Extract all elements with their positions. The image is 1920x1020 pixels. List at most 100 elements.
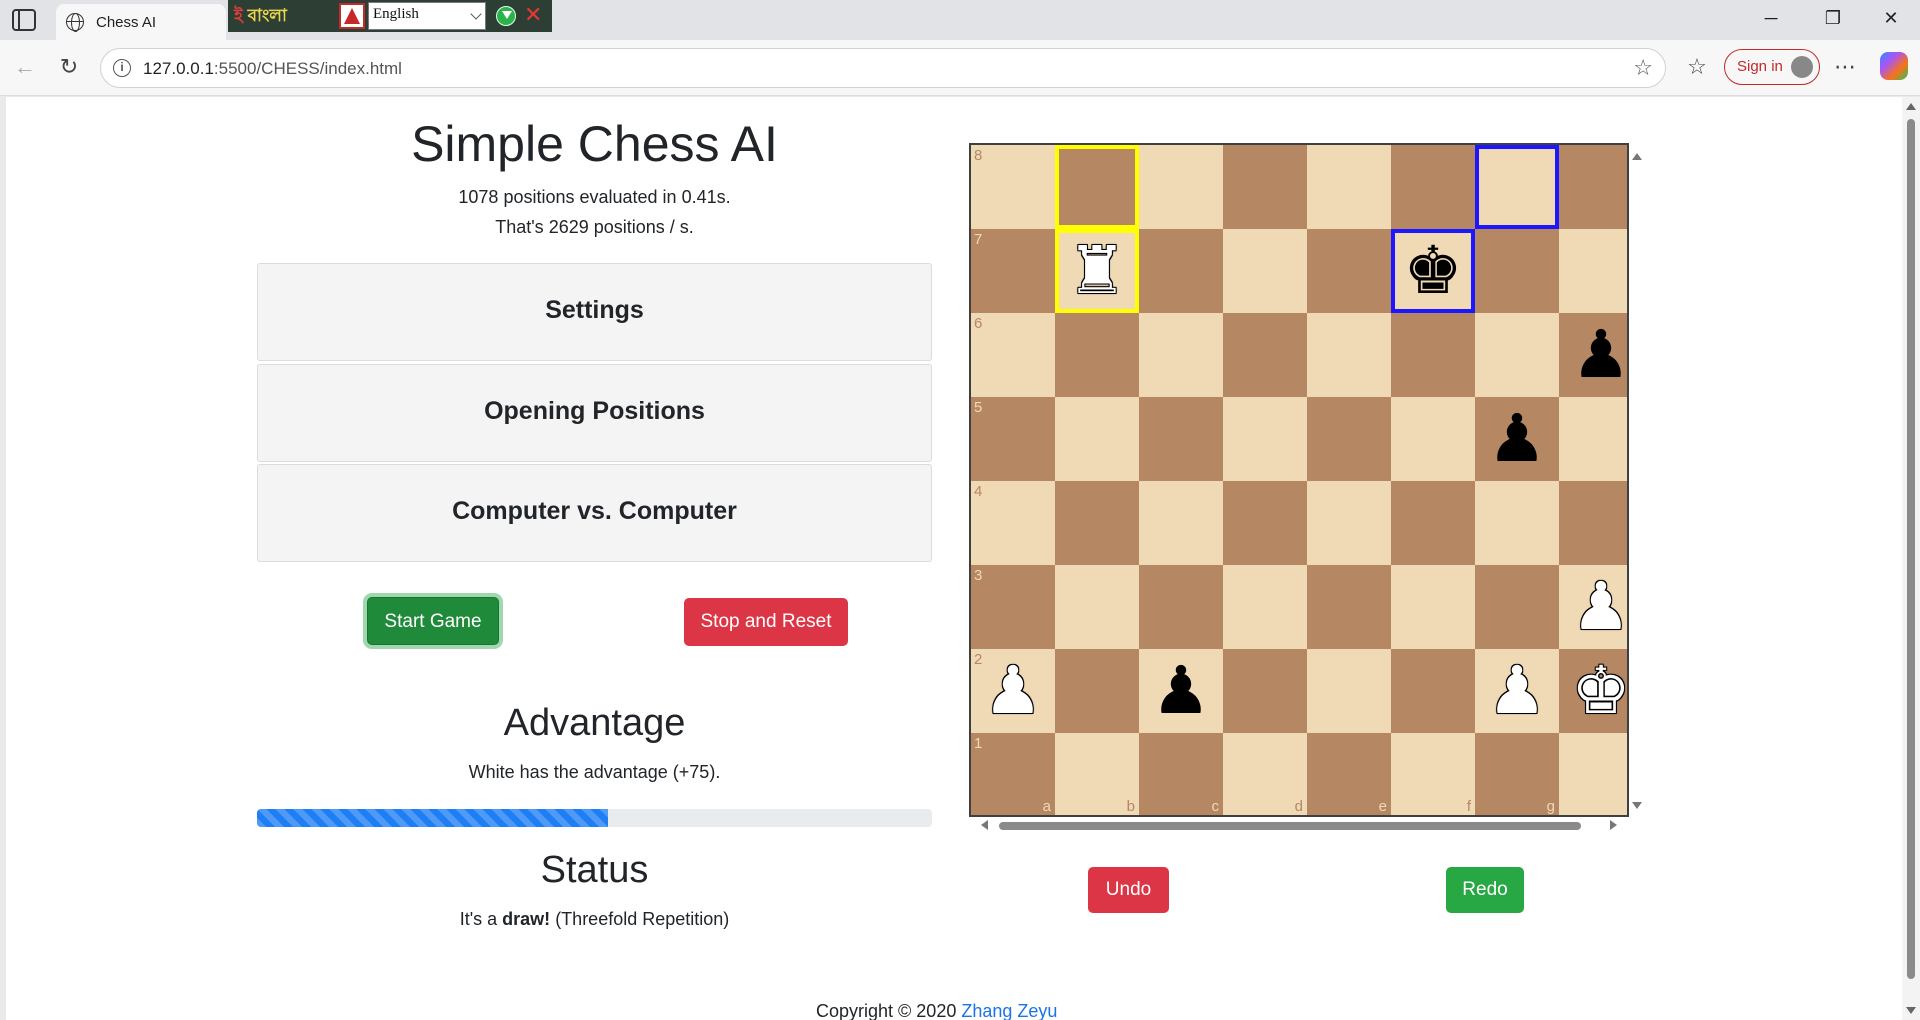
- start-game-button[interactable]: Start Game: [367, 597, 499, 645]
- reload-icon[interactable]: ↻: [54, 54, 84, 80]
- square-e2[interactable]: [1307, 649, 1391, 733]
- square-d4[interactable]: [1223, 481, 1307, 565]
- square-d7[interactable]: [1223, 229, 1307, 313]
- square-c1[interactable]: c: [1139, 733, 1223, 815]
- close-window-icon[interactable]: ✕: [1876, 8, 1906, 29]
- restore-icon[interactable]: ❐: [1818, 8, 1848, 29]
- square-h6[interactable]: ♟: [1559, 313, 1627, 397]
- square-f6[interactable]: [1391, 313, 1475, 397]
- square-c3[interactable]: [1139, 565, 1223, 649]
- square-b1[interactable]: b: [1055, 733, 1139, 815]
- square-b5[interactable]: [1055, 397, 1139, 481]
- square-d8[interactable]: [1223, 145, 1307, 229]
- square-b3[interactable]: [1055, 565, 1139, 649]
- scroll-thumb[interactable]: [999, 822, 1581, 830]
- favorite-star-icon[interactable]: ☆: [1633, 55, 1653, 81]
- square-c2[interactable]: ♟: [1139, 649, 1223, 733]
- square-c6[interactable]: [1139, 313, 1223, 397]
- square-e8[interactable]: [1307, 145, 1391, 229]
- undo-button[interactable]: Undo: [1088, 867, 1169, 913]
- square-f4[interactable]: [1391, 481, 1475, 565]
- opening-positions-accordion[interactable]: Opening Positions: [257, 364, 932, 462]
- square-h8[interactable]: [1559, 145, 1627, 229]
- square-d6[interactable]: [1223, 313, 1307, 397]
- square-g2[interactable]: ♟: [1475, 649, 1559, 733]
- white-rook-piece[interactable]: ♜: [1055, 229, 1139, 313]
- black-king-piece[interactable]: ♚: [1391, 229, 1475, 313]
- extension-logo-icon[interactable]: [339, 3, 365, 29]
- square-g4[interactable]: [1475, 481, 1559, 565]
- scroll-up-icon[interactable]: [1906, 103, 1916, 110]
- info-icon[interactable]: i: [113, 59, 131, 77]
- white-king-piece[interactable]: ♚: [1559, 649, 1627, 733]
- square-d5[interactable]: [1223, 397, 1307, 481]
- square-c4[interactable]: [1139, 481, 1223, 565]
- language-select[interactable]: English: [368, 2, 486, 30]
- black-pawn-piece[interactable]: ♟: [1475, 397, 1559, 481]
- scroll-right-icon[interactable]: [1610, 820, 1617, 830]
- scroll-up-icon[interactable]: [1632, 153, 1642, 160]
- scroll-down-icon[interactable]: [1906, 1007, 1916, 1014]
- author-link[interactable]: Zhang Zeyu: [961, 1001, 1057, 1020]
- chessboard[interactable]: 87♜♚6♟5♟43♟2♟♟♟♚1abcdefgh: [969, 143, 1629, 817]
- white-pawn-piece[interactable]: ♟: [1559, 565, 1627, 649]
- black-pawn-piece[interactable]: ♟: [1139, 649, 1223, 733]
- square-a7[interactable]: 7: [971, 229, 1055, 313]
- square-f3[interactable]: [1391, 565, 1475, 649]
- scroll-thumb[interactable]: [1907, 119, 1915, 979]
- square-e3[interactable]: [1307, 565, 1391, 649]
- square-e1[interactable]: e: [1307, 733, 1391, 815]
- square-a6[interactable]: 6: [971, 313, 1055, 397]
- scroll-down-icon[interactable]: [1632, 802, 1642, 809]
- square-g6[interactable]: [1475, 313, 1559, 397]
- square-h4[interactable]: [1559, 481, 1627, 565]
- square-a4[interactable]: 4: [971, 481, 1055, 565]
- favorites-icon[interactable]: ☆: [1682, 54, 1712, 80]
- square-h2[interactable]: ♚: [1559, 649, 1627, 733]
- square-g1[interactable]: g: [1475, 733, 1559, 815]
- square-f2[interactable]: [1391, 649, 1475, 733]
- minimize-icon[interactable]: ─: [1756, 8, 1786, 29]
- page-vertical-scrollbar[interactable]: [1902, 97, 1920, 1020]
- square-h7[interactable]: [1559, 229, 1627, 313]
- computer-vs-computer-accordion[interactable]: Computer vs. Computer: [257, 464, 932, 562]
- sign-in-button[interactable]: Sign in: [1724, 49, 1820, 85]
- url-text[interactable]: 127.0.0.1:5500/CHESS/index.html: [143, 59, 402, 79]
- square-b6[interactable]: [1055, 313, 1139, 397]
- square-d1[interactable]: d: [1223, 733, 1307, 815]
- square-h3[interactable]: ♟: [1559, 565, 1627, 649]
- square-a2[interactable]: 2 ♟: [971, 649, 1055, 733]
- black-pawn-piece[interactable]: ♟: [1559, 313, 1627, 397]
- browser-tab[interactable]: Chess AI: [56, 4, 226, 40]
- board-horizontal-scrollbar[interactable]: [969, 817, 1629, 833]
- square-e5[interactable]: [1307, 397, 1391, 481]
- settings-accordion[interactable]: Settings: [257, 263, 932, 361]
- square-h5[interactable]: [1559, 397, 1627, 481]
- square-f7[interactable]: ♚: [1391, 229, 1475, 313]
- board-vertical-scrollbar[interactable]: [1629, 143, 1645, 817]
- square-d3[interactable]: [1223, 565, 1307, 649]
- square-c5[interactable]: [1139, 397, 1223, 481]
- tab-actions-icon[interactable]: [12, 9, 36, 31]
- square-f5[interactable]: [1391, 397, 1475, 481]
- square-g5[interactable]: ♟: [1475, 397, 1559, 481]
- square-a5[interactable]: 5: [971, 397, 1055, 481]
- square-f8[interactable]: [1391, 145, 1475, 229]
- square-e6[interactable]: [1307, 313, 1391, 397]
- scroll-left-icon[interactable]: [981, 820, 988, 830]
- redo-button[interactable]: Redo: [1446, 867, 1524, 913]
- square-a8[interactable]: 8: [971, 145, 1055, 229]
- square-b2[interactable]: [1055, 649, 1139, 733]
- square-b8[interactable]: [1055, 145, 1139, 229]
- square-a1[interactable]: 1a: [971, 733, 1055, 815]
- address-bar[interactable]: i 127.0.0.1:5500/CHESS/index.html ☆: [100, 48, 1666, 88]
- copilot-icon[interactable]: [1880, 52, 1908, 80]
- square-b4[interactable]: [1055, 481, 1139, 565]
- download-icon[interactable]: [496, 6, 516, 26]
- square-d2[interactable]: [1223, 649, 1307, 733]
- square-a3[interactable]: 3: [971, 565, 1055, 649]
- square-e7[interactable]: [1307, 229, 1391, 313]
- white-pawn-piece[interactable]: ♟: [1475, 649, 1559, 733]
- square-c8[interactable]: [1139, 145, 1223, 229]
- square-e4[interactable]: [1307, 481, 1391, 565]
